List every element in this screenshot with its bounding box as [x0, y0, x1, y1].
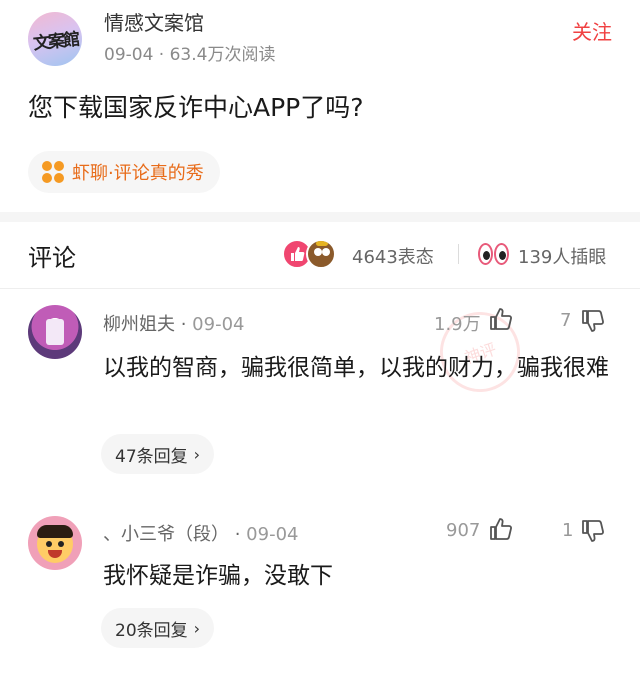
eyes-icon[interactable]	[478, 240, 512, 268]
commenter-avatar[interactable]	[28, 305, 82, 359]
like-count: 1.9万	[434, 314, 481, 335]
author-avatar[interactable]: 文案館	[28, 12, 82, 66]
author-avatar-text: 文案館	[31, 29, 79, 54]
thumb-down-icon[interactable]	[580, 308, 606, 334]
author-meta: 09-04 · 63.4万次阅读	[104, 45, 276, 65]
commenter-avatar[interactable]	[28, 516, 82, 570]
comment-author[interactable]: 、小三爷（段） · 09-04	[103, 520, 298, 546]
replies-button[interactable]: 47条回复 ›	[101, 434, 215, 474]
thumb-up-icon[interactable]	[488, 516, 514, 542]
comment-text: 以我的智商，骗我很简单，以我的财力，骗我很难	[103, 355, 609, 381]
comments-divider	[0, 288, 640, 289]
follow-button[interactable]: 关注	[572, 16, 612, 45]
reaction-count[interactable]: 4643表态	[352, 243, 434, 269]
comment-date: 09-04	[246, 524, 299, 545]
replies-label: 20条回复	[115, 620, 188, 641]
topic-label: 虾聊·评论真的秀	[72, 163, 204, 184]
comments-heading: 评论	[28, 244, 76, 272]
reaction-icons[interactable]	[282, 239, 342, 271]
comment-author-name: 、小三爷（段） ·	[103, 524, 247, 545]
thumb-down-icon[interactable]	[580, 518, 606, 544]
section-divider	[0, 212, 640, 222]
replies-label: 47条回复	[115, 446, 188, 467]
comment-text: 我怀疑是诈骗，没敢下	[103, 563, 333, 589]
dislike-count: 7	[560, 310, 572, 331]
comment-author-name: 柳州姐夫 ·	[103, 314, 193, 335]
insert-count[interactable]: 139人插眼	[518, 243, 606, 269]
header-separator	[458, 244, 459, 264]
comment-author[interactable]: 柳州姐夫 · 09-04	[103, 310, 244, 336]
flower-icon	[42, 161, 64, 183]
post-title: 您下载国家反诈中心APP了吗?	[28, 93, 364, 122]
topic-tag[interactable]: 虾聊·评论真的秀	[28, 151, 220, 193]
chevron-right-icon: ›	[193, 618, 201, 638]
thumb-up-icon[interactable]	[488, 306, 514, 332]
dislike-count: 1	[562, 520, 574, 541]
comment-date: 09-04	[192, 314, 245, 335]
replies-button[interactable]: 20条回复 ›	[101, 608, 215, 648]
like-count: 907	[446, 520, 481, 541]
mole-reaction-icon	[306, 239, 336, 269]
chevron-right-icon: ›	[193, 444, 201, 464]
author-name[interactable]: 情感文案馆	[104, 7, 204, 36]
